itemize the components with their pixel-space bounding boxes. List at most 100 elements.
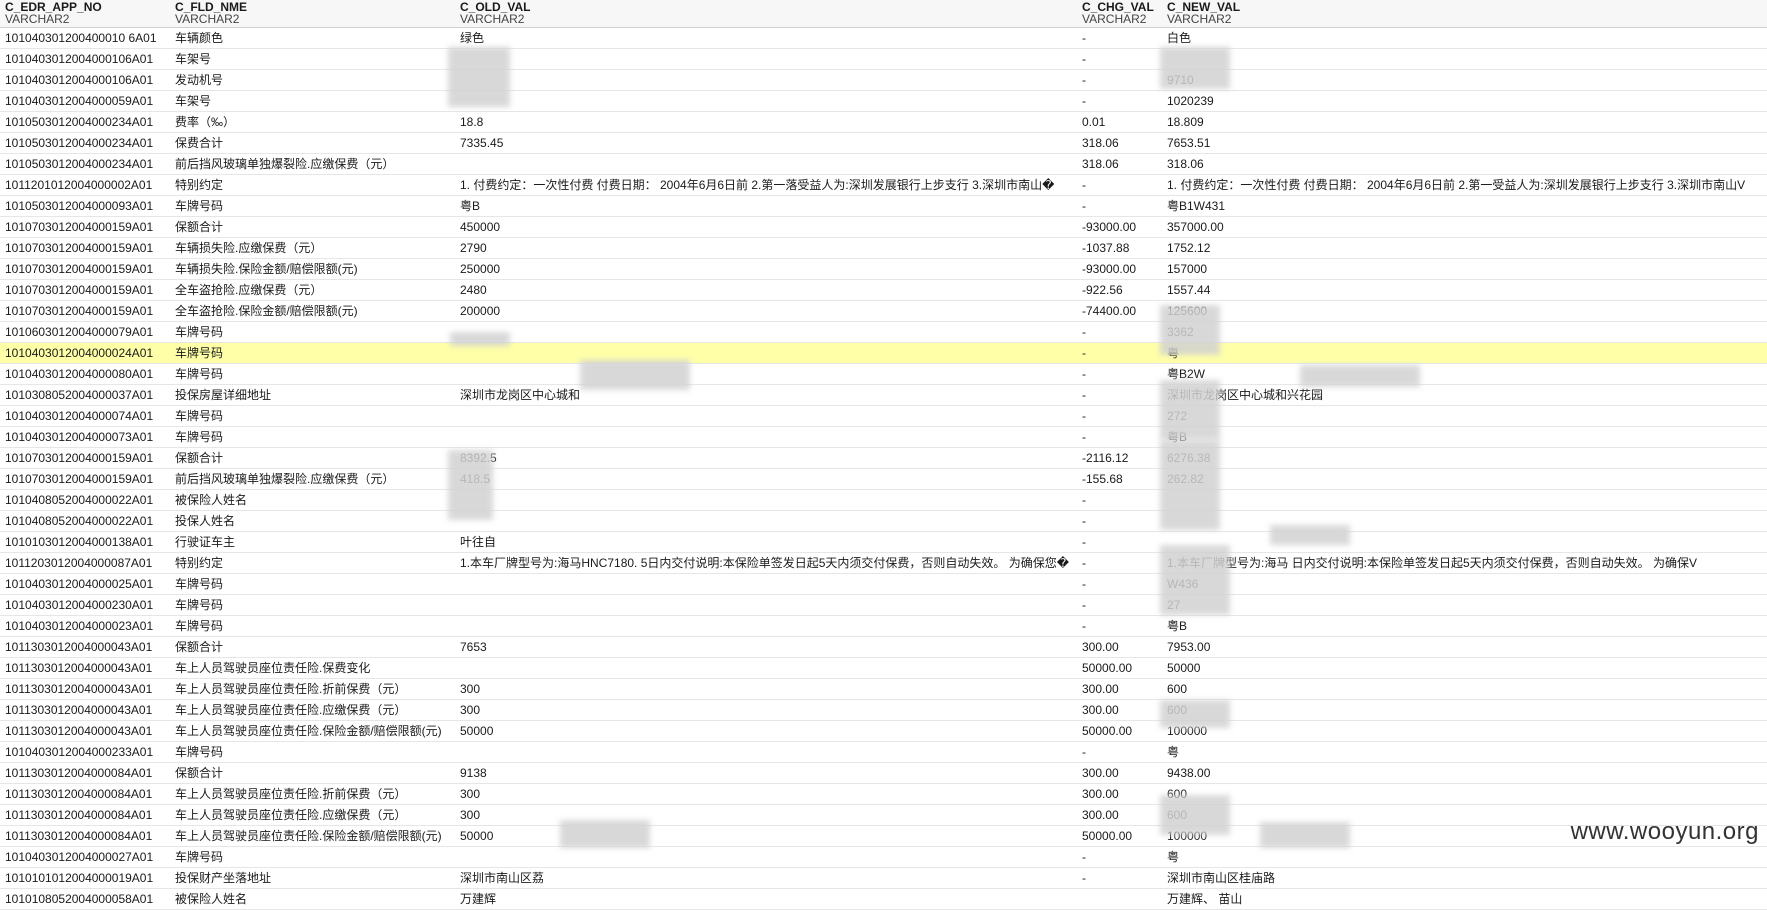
- edr-app-no-cell[interactable]: 1010703012004000159A01: [0, 238, 170, 258]
- edr-app-no-cell[interactable]: 1010403012004000059A01: [0, 91, 170, 111]
- new-val-cell[interactable]: 318.06: [1162, 154, 1767, 174]
- new-val-cell[interactable]: 粤B1W431: [1162, 196, 1767, 216]
- table-row[interactable]: 1010503012004000234A01 保费合计 7335.45 318.06 7…: [0, 133, 1767, 154]
- fld-nme-cell[interactable]: 车上人员驾驶员座位责任险.保险金额/赔偿限额(元): [170, 826, 455, 846]
- chg-val-cell[interactable]: 300.00: [1077, 637, 1162, 657]
- new-val-cell[interactable]: 357000.00: [1162, 217, 1767, 237]
- table-row[interactable]: 1010403012004000074A01车牌号码 -272: [0, 406, 1767, 427]
- edr-app-no-cell[interactable]: 1010503012004000234A01: [0, 112, 170, 132]
- new-val-cell[interactable]: 600: [1162, 679, 1767, 699]
- fld-nme-cell[interactable]: 车上人员驾驶员座位责任险.折前保费（元）: [170, 679, 455, 699]
- edr-app-no-cell[interactable]: 1010403012004000080A01: [0, 364, 170, 384]
- result-grid[interactable]: C_EDR_APP_NO VARCHAR2 C_FLD_NME VARCHAR2 C…: [0, 0, 1767, 910]
- table-row[interactable]: 1011303012004000043A01 车上人员驾驶员座位责任险.保费变化 5…: [0, 658, 1767, 679]
- fld-nme-cell[interactable]: 保额合计: [170, 448, 455, 468]
- old-val-cell[interactable]: 深圳市南山区荔: [455, 868, 1077, 888]
- fld-nme-cell[interactable]: 费率（‰）: [170, 112, 455, 132]
- table-row[interactable]: 1010503012004000234A01 费率（‰） 18.8 0.01 18.80…: [0, 112, 1767, 133]
- new-val-cell[interactable]: 100000: [1162, 721, 1767, 741]
- old-val-cell[interactable]: 250000: [455, 259, 1077, 279]
- edr-app-no-cell[interactable]: 1010603012004000079A01: [0, 322, 170, 342]
- fld-nme-cell[interactable]: 全车盗抢险.保险金额/赔偿限额(元): [170, 301, 455, 321]
- table-row[interactable]: 1010703012004000159A01 全车盗抢险.应缴保费（元） 2480-…: [0, 280, 1767, 301]
- chg-val-cell[interactable]: -93000.00: [1077, 217, 1162, 237]
- new-val-cell[interactable]: 粤B2W: [1162, 364, 1767, 384]
- old-val-cell[interactable]: 50000: [455, 721, 1077, 741]
- chg-val-cell[interactable]: -: [1077, 385, 1162, 405]
- chg-val-cell[interactable]: -: [1077, 868, 1162, 888]
- old-val-cell[interactable]: [455, 595, 1077, 615]
- chg-val-cell[interactable]: -: [1077, 742, 1162, 762]
- chg-val-cell[interactable]: -: [1077, 28, 1162, 48]
- chg-val-cell[interactable]: -: [1077, 427, 1162, 447]
- fld-nme-cell[interactable]: 全车盗抢险.应缴保费（元）: [170, 280, 455, 300]
- chg-val-cell[interactable]: -: [1077, 616, 1162, 636]
- old-val-cell[interactable]: [455, 364, 1077, 384]
- old-val-cell[interactable]: [455, 847, 1077, 867]
- column-header-new-val[interactable]: C_NEW_VAL VARCHAR2: [1162, 0, 1767, 27]
- new-val-cell[interactable]: 1557.44: [1162, 280, 1767, 300]
- column-header-fld-nme[interactable]: C_FLD_NME VARCHAR2: [170, 0, 455, 27]
- fld-nme-cell[interactable]: 被保险人姓名: [170, 490, 455, 510]
- chg-val-cell[interactable]: 318.06: [1077, 154, 1162, 174]
- fld-nme-cell[interactable]: 车上人员驾驶员座位责任险.应缴保费（元）: [170, 700, 455, 720]
- new-val-cell[interactable]: 18.809: [1162, 112, 1767, 132]
- fld-nme-cell[interactable]: 保额合计: [170, 217, 455, 237]
- chg-val-cell[interactable]: -: [1077, 364, 1162, 384]
- old-val-cell[interactable]: [455, 154, 1077, 174]
- edr-app-no-cell[interactable]: 1010703012004000159A01: [0, 469, 170, 489]
- old-val-cell[interactable]: 300: [455, 784, 1077, 804]
- table-row[interactable]: 1010408052004000022A01 投保人姓名 -: [0, 511, 1767, 532]
- new-val-cell[interactable]: 1. 付费约定：一次性付费 付费日期： 2004年6月6日前 2.第一受益人为:…: [1162, 175, 1767, 195]
- new-val-cell[interactable]: 粤: [1162, 343, 1767, 363]
- table-row[interactable]: 1010408052004000022A01 被保险人姓名 -: [0, 490, 1767, 511]
- chg-val-cell[interactable]: 0.01: [1077, 112, 1162, 132]
- edr-app-no-cell[interactable]: 1010503012004000234A01: [0, 154, 170, 174]
- fld-nme-cell[interactable]: 车牌号码: [170, 427, 455, 447]
- fld-nme-cell[interactable]: 行驶证车主: [170, 532, 455, 552]
- edr-app-no-cell[interactable]: 1010101012004000019A01: [0, 868, 170, 888]
- new-val-cell[interactable]: 262.82: [1162, 469, 1767, 489]
- table-row[interactable]: 101040301200400010 6A01 车辆颜色 绿色 - 白色: [0, 28, 1767, 49]
- old-val-cell[interactable]: [455, 742, 1077, 762]
- new-val-cell[interactable]: 157000: [1162, 259, 1767, 279]
- table-row[interactable]: 1010403012004000080A01 车牌号码 - 粤B2W: [0, 364, 1767, 385]
- edr-app-no-cell[interactable]: 1010403012004000106A01: [0, 70, 170, 90]
- old-val-cell[interactable]: 300: [455, 679, 1077, 699]
- old-val-cell[interactable]: 418.5: [455, 469, 1077, 489]
- fld-nme-cell[interactable]: 车架号: [170, 49, 455, 69]
- fld-nme-cell[interactable]: 前后挡风玻璃单独爆裂险.应缴保费（元）: [170, 154, 455, 174]
- fld-nme-cell[interactable]: 车架号: [170, 91, 455, 111]
- old-val-cell[interactable]: [455, 511, 1077, 531]
- old-val-cell[interactable]: [455, 427, 1077, 447]
- old-val-cell[interactable]: 7653: [455, 637, 1077, 657]
- fld-nme-cell[interactable]: 车辆损失险.应缴保费（元）: [170, 238, 455, 258]
- edr-app-no-cell[interactable]: 1011201012004000002A01: [0, 175, 170, 195]
- edr-app-no-cell[interactable]: 1010403012004000027A01: [0, 847, 170, 867]
- table-row[interactable]: 1011303012004000084A01 保额合计 9138 300.00 9438…: [0, 763, 1767, 784]
- fld-nme-cell[interactable]: 车上人员驾驶员座位责任险.应缴保费（元）: [170, 805, 455, 825]
- new-val-cell[interactable]: 1020239: [1162, 91, 1767, 111]
- edr-app-no-cell[interactable]: 1010403012004000233A01: [0, 742, 170, 762]
- table-row[interactable]: 1010403012004000023A01 车牌号码 - 粤B: [0, 616, 1767, 637]
- old-val-cell[interactable]: 9138: [455, 763, 1077, 783]
- table-row[interactable]: 1010308052004000037A01 投保房屋详细地址 深圳市龙岗区中心城和…: [0, 385, 1767, 406]
- table-row[interactable]: 1011303012004000043A01 车上人员驾驶员座位责任险.应缴保费（…: [0, 700, 1767, 721]
- new-val-cell[interactable]: 白色: [1162, 28, 1767, 48]
- edr-app-no-cell[interactable]: 1010403012004000023A01: [0, 616, 170, 636]
- table-row[interactable]: 1010503012004000093A01 车牌号码 粤B - 粤B1W431: [0, 196, 1767, 217]
- edr-app-no-cell[interactable]: 1010103012004000138A01: [0, 532, 170, 552]
- fld-nme-cell[interactable]: 被保险人姓名: [170, 889, 455, 909]
- chg-val-cell[interactable]: -: [1077, 175, 1162, 195]
- column-header-edr-app-no[interactable]: C_EDR_APP_NO VARCHAR2: [0, 0, 170, 27]
- fld-nme-cell[interactable]: 保额合计: [170, 763, 455, 783]
- old-val-cell[interactable]: [455, 574, 1077, 594]
- chg-val-cell[interactable]: 300.00: [1077, 784, 1162, 804]
- new-val-cell[interactable]: 粤B: [1162, 616, 1767, 636]
- new-val-cell[interactable]: 粤B: [1162, 427, 1767, 447]
- fld-nme-cell[interactable]: 车牌号码: [170, 574, 455, 594]
- fld-nme-cell[interactable]: 投保人姓名: [170, 511, 455, 531]
- new-val-cell[interactable]: 粤: [1162, 742, 1767, 762]
- table-row[interactable]: 1010403012004000106A01 车架号 -: [0, 49, 1767, 70]
- chg-val-cell[interactable]: -1037.88: [1077, 238, 1162, 258]
